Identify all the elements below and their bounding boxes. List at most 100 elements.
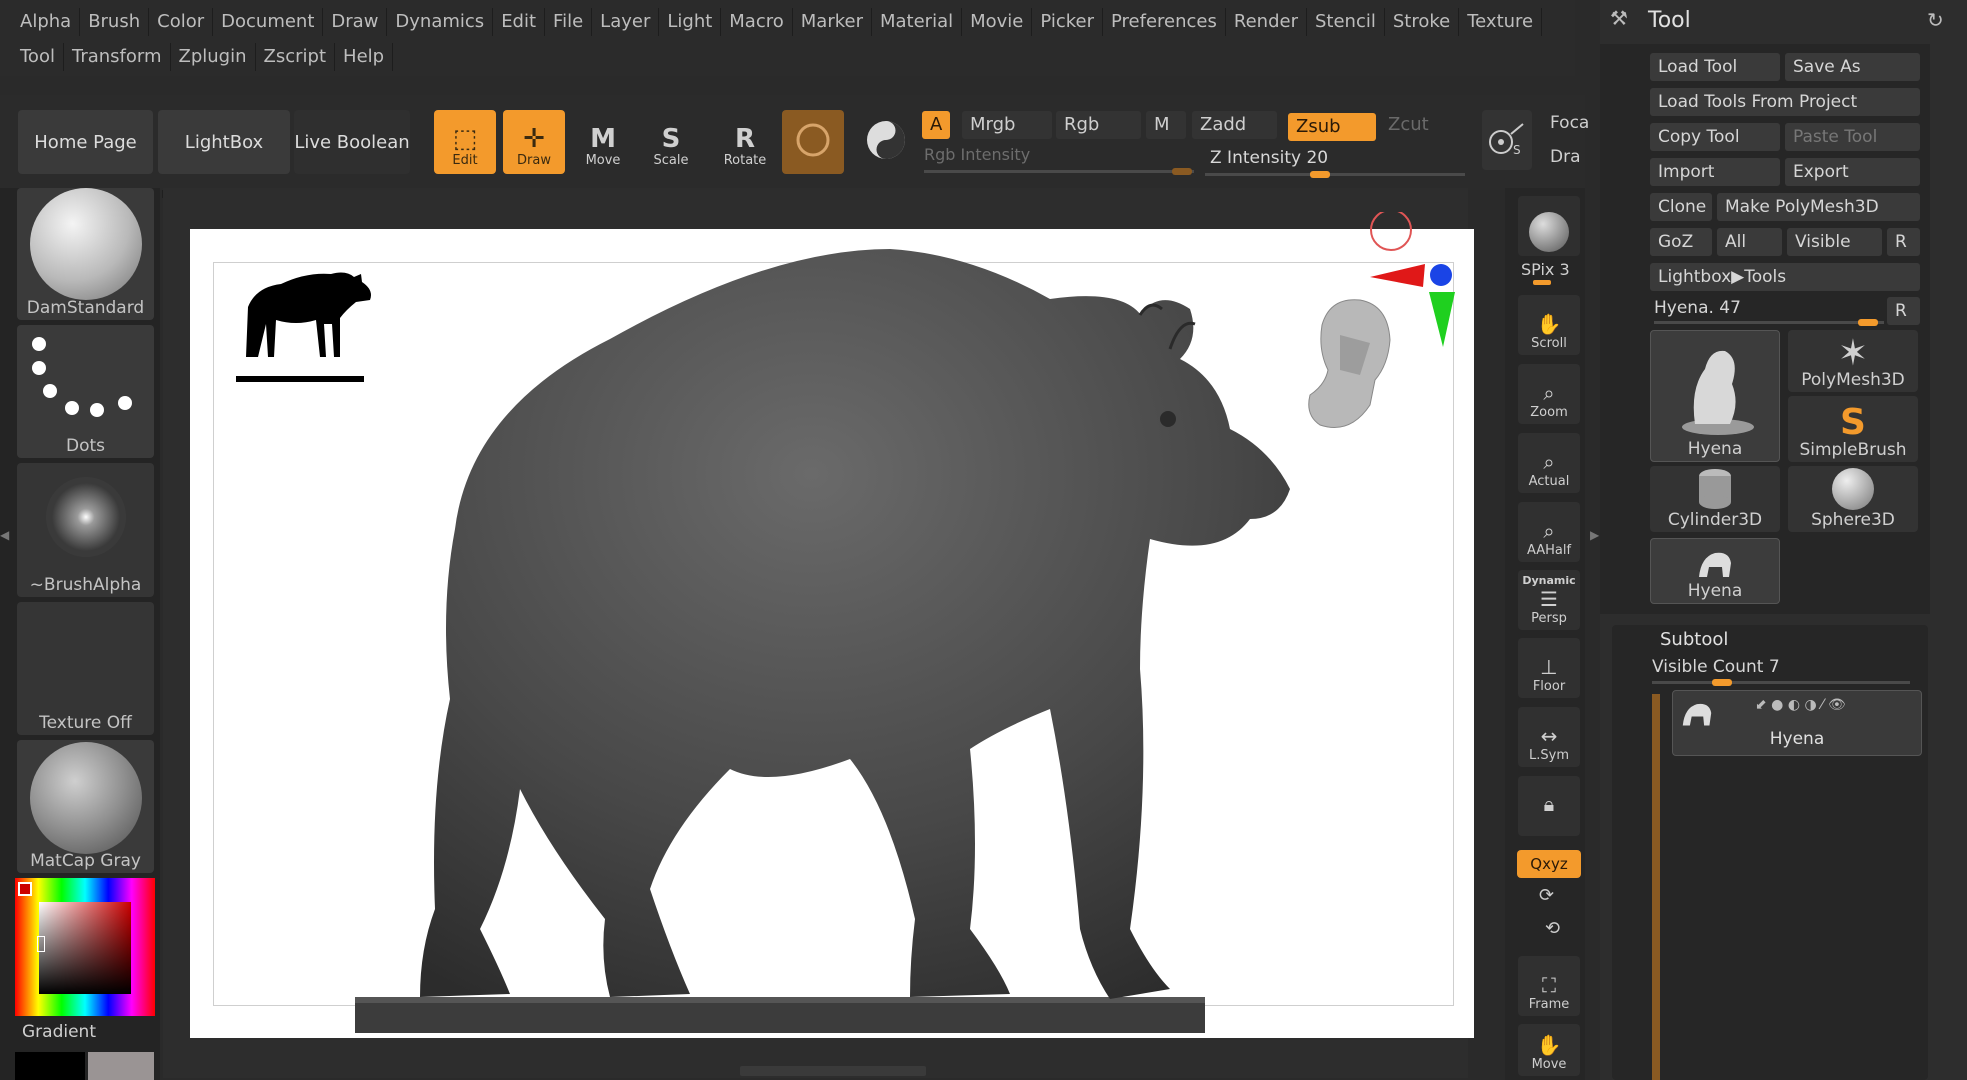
live-boolean-button[interactable]: Live Boolean bbox=[294, 110, 410, 174]
export-button[interactable]: Export bbox=[1785, 158, 1920, 186]
subtool-visibility-icons[interactable]: ⬋ ● ◐ ◑ ⁄ 👁︎ bbox=[1755, 697, 1846, 713]
material-toggle-button[interactable] bbox=[855, 110, 917, 174]
menu-file[interactable]: File bbox=[545, 8, 593, 36]
lsym-button[interactable]: ↔ L.Sym bbox=[1518, 707, 1580, 767]
draw-size-label[interactable]: Dra bbox=[1550, 147, 1581, 167]
goz-all-button[interactable]: All bbox=[1717, 228, 1782, 256]
secondary-color-black[interactable] bbox=[15, 1052, 85, 1080]
a-toggle[interactable]: A bbox=[922, 111, 951, 139]
spix-slider-knob[interactable] bbox=[1533, 280, 1551, 285]
aahalf-button[interactable]: ⌕ AAHalf bbox=[1518, 502, 1580, 562]
load-tool-button[interactable]: Load Tool bbox=[1650, 53, 1780, 81]
make-polymesh-button[interactable]: Make PolyMesh3D bbox=[1717, 193, 1920, 221]
tool-thumb-simplebrush[interactable]: S SimpleBrush bbox=[1788, 396, 1918, 462]
bottom-shelf-handle[interactable] bbox=[740, 1066, 926, 1076]
zoom-button[interactable]: ⌕ Zoom bbox=[1518, 364, 1580, 424]
paste-tool-button[interactable]: Paste Tool bbox=[1785, 123, 1920, 151]
main-color-swatch[interactable] bbox=[18, 882, 32, 896]
menu-stroke[interactable]: Stroke bbox=[1385, 8, 1460, 36]
left-collapse-arrow-icon[interactable]: ◀ bbox=[0, 528, 9, 542]
menu-zscript[interactable]: Zscript bbox=[256, 43, 336, 71]
material-selector[interactable]: MatCap Gray bbox=[17, 740, 154, 873]
scale-mode-button[interactable]: S Scale bbox=[640, 110, 702, 174]
save-as-button[interactable]: Save As bbox=[1785, 53, 1920, 81]
home-page-button[interactable]: Home Page bbox=[18, 110, 153, 174]
color-cursor[interactable] bbox=[37, 936, 45, 952]
menu-material[interactable]: Material bbox=[872, 8, 963, 36]
draw-mode-button[interactable]: ✛ Draw bbox=[503, 110, 565, 174]
menu-preferences[interactable]: Preferences bbox=[1103, 8, 1226, 36]
axis-gizmo[interactable] bbox=[1365, 212, 1465, 352]
subtool-item-hyena[interactable]: ⬋ ● ◐ ◑ ⁄ 👁︎ Hyena bbox=[1672, 690, 1922, 756]
brush-selector[interactable]: DamStandard bbox=[17, 188, 154, 320]
menu-color[interactable]: Color bbox=[149, 8, 214, 36]
goz-visible-button[interactable]: Visible bbox=[1787, 228, 1882, 256]
menu-edit[interactable]: Edit bbox=[493, 8, 546, 36]
rgb-toggle[interactable]: Rgb bbox=[1056, 111, 1141, 139]
color-saturation-square[interactable] bbox=[39, 902, 131, 994]
menu-stencil[interactable]: Stencil bbox=[1307, 8, 1385, 36]
copy-tool-button[interactable]: Copy Tool bbox=[1650, 123, 1780, 151]
tool-slider[interactable] bbox=[1654, 321, 1884, 324]
secondary-color-gray[interactable] bbox=[88, 1052, 154, 1080]
rgb-intensity-knob[interactable] bbox=[1172, 168, 1192, 175]
alpha-selector[interactable]: ~BrushAlpha bbox=[17, 463, 154, 597]
move-view-button[interactable]: ✋ Move bbox=[1518, 1024, 1580, 1076]
stroke-selector[interactable]: Dots bbox=[17, 325, 154, 458]
tool-slider-knob[interactable] bbox=[1858, 319, 1878, 326]
subtool-title[interactable]: Subtool bbox=[1660, 629, 1728, 650]
menu-render[interactable]: Render bbox=[1226, 8, 1307, 36]
menu-brush[interactable]: Brush bbox=[80, 8, 150, 36]
menu-picker[interactable]: Picker bbox=[1032, 8, 1104, 36]
visible-count-slider[interactable] bbox=[1652, 681, 1910, 684]
xyz-rotate-toggle[interactable]: Qxyz bbox=[1517, 850, 1581, 878]
tool-r-button[interactable]: R bbox=[1887, 297, 1920, 325]
focal-label[interactable]: Foca bbox=[1550, 113, 1589, 133]
tool-thumb-sphere3d[interactable]: Sphere3D bbox=[1788, 466, 1918, 532]
menu-zplugin[interactable]: Zplugin bbox=[171, 43, 256, 71]
rgb-intensity-slider[interactable] bbox=[924, 170, 1194, 173]
z-intensity-knob[interactable] bbox=[1310, 171, 1330, 178]
y-rotate-icon[interactable]: ⟳ bbox=[1539, 885, 1554, 906]
menu-light[interactable]: Light bbox=[659, 8, 722, 36]
polyframe-lock-button[interactable]: 🔒︎ bbox=[1518, 776, 1580, 836]
zsub-toggle[interactable]: Zsub bbox=[1288, 113, 1376, 141]
bpr-render-button[interactable] bbox=[1518, 196, 1580, 256]
lightbox-tools-button[interactable]: Lightbox▶Tools bbox=[1650, 263, 1920, 291]
clone-button[interactable]: Clone bbox=[1650, 193, 1712, 221]
menu-draw[interactable]: Draw bbox=[323, 8, 388, 36]
zcut-toggle[interactable]: Zcut bbox=[1380, 111, 1437, 139]
palette-reset-icon[interactable]: ↻ bbox=[1927, 8, 1944, 32]
floor-button[interactable]: ⊥ Floor bbox=[1518, 638, 1580, 698]
color-picker[interactable] bbox=[15, 878, 155, 1016]
hyena-sculpt-model[interactable] bbox=[350, 229, 1350, 1038]
mrgb-toggle[interactable]: Mrgb bbox=[962, 111, 1052, 139]
menu-transform[interactable]: Transform bbox=[64, 43, 171, 71]
palette-title[interactable]: Tool bbox=[1648, 8, 1691, 33]
menu-marker[interactable]: Marker bbox=[793, 8, 872, 36]
menu-macro[interactable]: Macro bbox=[721, 8, 793, 36]
menu-layer[interactable]: Layer bbox=[592, 8, 660, 36]
tool-thumb-hyena[interactable]: Hyena bbox=[1650, 330, 1780, 462]
menu-dynamics[interactable]: Dynamics bbox=[387, 8, 494, 36]
load-tools-from-project-button[interactable]: Load Tools From Project bbox=[1650, 88, 1920, 116]
focal-shift-button[interactable]: S bbox=[1482, 110, 1532, 170]
menu-texture[interactable]: Texture bbox=[1459, 8, 1543, 36]
frame-button[interactable]: ⛶ Frame bbox=[1518, 956, 1580, 1016]
subtool-scrollbar[interactable] bbox=[1652, 694, 1660, 1080]
actual-button[interactable]: ⌕ Actual bbox=[1518, 433, 1580, 493]
texture-selector[interactable]: Texture Off bbox=[17, 602, 154, 735]
menu-tool[interactable]: Tool bbox=[12, 43, 64, 71]
move-mode-button[interactable]: M Move bbox=[572, 110, 634, 174]
menu-movie[interactable]: Movie bbox=[962, 8, 1033, 36]
tool-thumb-hyena-small[interactable]: Hyena bbox=[1650, 538, 1780, 604]
persp-button[interactable]: Dynamic ☰ Persp bbox=[1518, 570, 1580, 630]
m-toggle[interactable]: M bbox=[1146, 111, 1186, 139]
edit-mode-button[interactable]: ⬚ Edit bbox=[434, 110, 496, 174]
tool-thumb-polymesh3d[interactable]: ✶ PolyMesh3D bbox=[1788, 330, 1918, 392]
menu-document[interactable]: Document bbox=[213, 8, 324, 36]
lightbox-button[interactable]: LightBox bbox=[158, 110, 290, 174]
z-intensity-slider[interactable] bbox=[1205, 173, 1465, 176]
spix-label[interactable]: SPix 3 bbox=[1521, 260, 1570, 279]
goz-r-button[interactable]: R bbox=[1887, 228, 1920, 256]
